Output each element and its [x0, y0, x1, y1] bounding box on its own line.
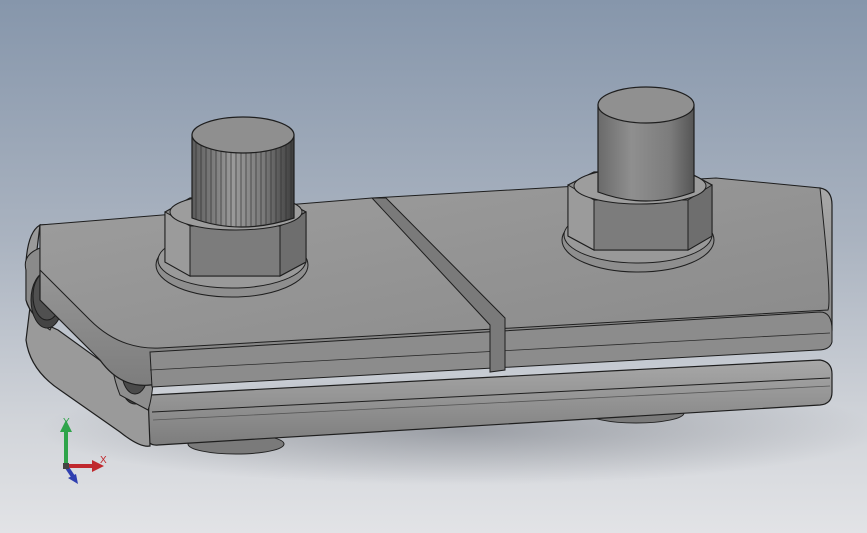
clamp-upper-plate	[39, 177, 833, 388]
smooth-bolt	[597, 86, 695, 202]
knurled-bolt	[191, 116, 295, 228]
y-axis-label: Y	[63, 417, 70, 428]
clamp-3d-model[interactable]	[0, 0, 867, 533]
cad-viewport[interactable]: Y X	[0, 0, 867, 533]
x-axis-label: X	[100, 455, 107, 466]
coordinate-triad[interactable]	[52, 416, 116, 488]
z-axis-arrow-icon	[68, 474, 78, 484]
